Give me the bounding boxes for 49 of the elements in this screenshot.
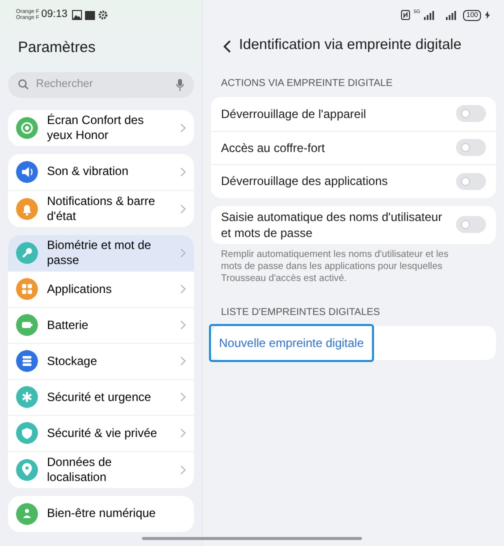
toggle-switch[interactable] — [456, 105, 486, 122]
settings-item[interactable]: Biométrie et mot de passe — [8, 234, 194, 270]
setting-label: Saisie automatique des noms d'utilisateur et mots de passe — [221, 208, 444, 240]
chevron-icon — [180, 428, 186, 438]
chevron-icon — [180, 392, 186, 402]
search-icon — [18, 79, 29, 90]
chevron-icon — [180, 356, 186, 366]
screen-icon — [84, 10, 95, 20]
back-icon[interactable] — [223, 40, 231, 52]
settings-item[interactable]: Sécurité & vie privée — [8, 414, 194, 450]
toggle-switch[interactable] — [456, 172, 486, 190]
settings-item[interactable]: Données de localisation — [8, 450, 194, 488]
settings-item[interactable]: Applications — [8, 270, 194, 306]
chevron-icon — [180, 464, 186, 474]
section-heading: LISTE D'EMPREINTES DIGITALES — [221, 306, 381, 320]
home-indicator[interactable] — [142, 537, 362, 540]
settings-item[interactable]: Bien-être numérique — [8, 496, 194, 532]
page-title: Paramètres — [18, 38, 97, 58]
settings-item[interactable]: Écran Confort des yeux Honor — [8, 110, 194, 146]
new-fingerprint-link[interactable]: Nouvelle empreinte digitale — [211, 326, 372, 360]
setting-label: Déverrouillage de l'appareil — [221, 106, 368, 122]
screen-title: Identification via empreinte digitale — [239, 36, 462, 56]
settings-item[interactable]: Batterie — [8, 306, 194, 342]
chevron-icon — [180, 320, 186, 330]
clock: 09:13 — [41, 7, 68, 22]
chevron-icon — [180, 204, 186, 214]
signal-icon — [424, 10, 434, 20]
chevron-icon — [180, 166, 186, 176]
microphone-icon[interactable] — [176, 78, 184, 90]
image-icon — [72, 10, 82, 20]
settings-item[interactable]: Sécurité et urgence — [8, 378, 194, 414]
settings-item[interactable]: Son & vibration — [8, 154, 194, 190]
chevron-icon — [180, 284, 186, 294]
chevron-icon — [180, 122, 186, 132]
section-heading: ACTIONS VIA EMPREINTE DIGITALE — [221, 77, 394, 91]
search-bar[interactable]: Rechercher — [8, 72, 194, 98]
toggle-switch[interactable] — [456, 216, 486, 233]
setting-label: Accès au coffre-fort — [221, 140, 326, 156]
signal-icon — [446, 10, 456, 20]
nfc-icon — [400, 10, 410, 20]
chevron-icon — [180, 248, 186, 258]
toggle-switch[interactable] — [456, 139, 486, 156]
search-field[interactable]: Rechercher — [34, 75, 171, 94]
settings-item[interactable]: Notifications & barre d'état — [8, 190, 194, 226]
setting-label: Déverrouillage des applications — [221, 173, 389, 190]
charging-icon — [485, 11, 490, 19]
settings-icon — [98, 10, 108, 20]
settings-item[interactable]: Stockage — [8, 342, 194, 378]
description-text: Remplir automatiquement les noms d'utilisateur et les mots de passe dans les applications pour lesquelles Trousseau d'accès est activé. — [221, 248, 450, 284]
